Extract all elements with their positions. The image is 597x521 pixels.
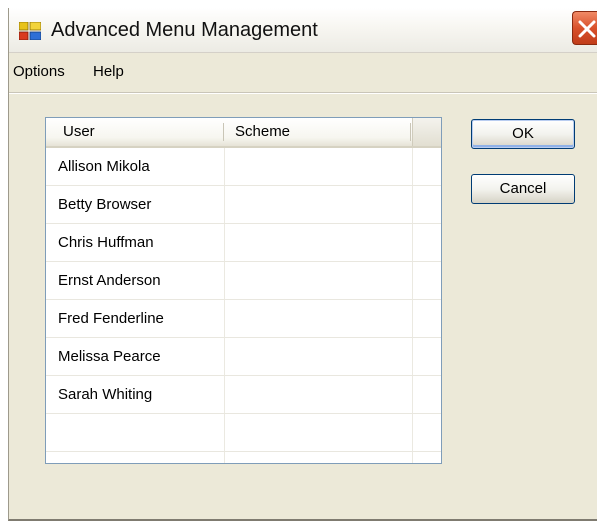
table-row[interactable] (46, 414, 441, 452)
column-header-scheme[interactable]: Scheme (235, 118, 290, 146)
menu-options[interactable]: Options (13, 61, 65, 83)
menu-bar: Options Help (9, 61, 597, 85)
table-row[interactable]: Melissa Pearce (46, 338, 441, 376)
list-header: User Scheme (46, 118, 441, 148)
title-bar[interactable]: Advanced Menu Management (9, 8, 597, 53)
menu-separator (9, 92, 597, 94)
table-row[interactable]: Betty Browser (46, 186, 441, 224)
table-row[interactable]: Ernst Anderson (46, 262, 441, 300)
user-scheme-list[interactable]: User Scheme Allison Mikola Betty Browser… (45, 117, 442, 464)
ok-button[interactable]: OK (471, 119, 575, 149)
table-row[interactable]: Sarah Whiting (46, 376, 441, 414)
table-row[interactable]: Allison Mikola (46, 148, 441, 186)
table-row[interactable] (46, 452, 441, 463)
window-title: Advanced Menu Management (51, 19, 318, 41)
close-icon (578, 20, 596, 38)
table-row[interactable]: Fred Fenderline (46, 300, 441, 338)
cell-user: Melissa Pearce (58, 348, 161, 365)
menu-help[interactable]: Help (93, 61, 124, 83)
advanced-menu-management-window: Advanced Menu Management Options Help Us… (8, 8, 597, 521)
column-divider[interactable] (223, 123, 224, 141)
close-button[interactable] (572, 11, 597, 45)
cell-user: Allison Mikola (58, 158, 150, 175)
cell-user: Betty Browser (58, 196, 152, 213)
cell-user: Sarah Whiting (58, 386, 153, 403)
cancel-button[interactable]: Cancel (471, 174, 575, 204)
table-row[interactable]: Chris Huffman (46, 224, 441, 262)
cell-user: Fred Fenderline (58, 310, 164, 327)
column-header-user[interactable]: User (63, 118, 95, 146)
cell-user: Chris Huffman (58, 234, 154, 251)
cell-user: Ernst Anderson (58, 272, 161, 289)
column-header-filler (412, 118, 441, 146)
column-divider[interactable] (410, 123, 411, 141)
app-window-icon (19, 22, 41, 40)
